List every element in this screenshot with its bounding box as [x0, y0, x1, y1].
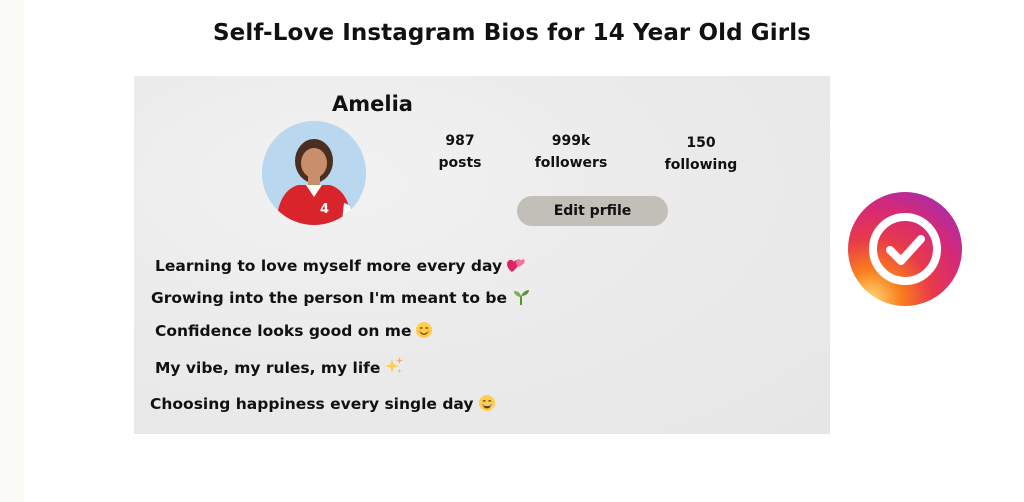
- left-edge-strip: [0, 0, 24, 502]
- posts-count: 987: [445, 133, 475, 149]
- instagram-check-badge-icon: [847, 191, 963, 307]
- bio-line: Confidence looks good on me: [155, 321, 433, 343]
- following-label: following: [664, 157, 738, 173]
- sparkles-icon: [384, 356, 404, 380]
- avatar-photo: 4: [262, 121, 366, 225]
- followers-count: 999k: [551, 133, 591, 149]
- bio-text: Growing into the person I'm meant to be: [151, 289, 507, 307]
- posts-label: posts: [438, 155, 482, 171]
- edit-profile-button[interactable]: Edit prfile: [517, 196, 668, 226]
- bio-text: My vibe, my rules, my life: [155, 359, 381, 377]
- following-count: 150: [686, 135, 716, 151]
- bio-line: Growing into the person I'm meant to be: [151, 288, 531, 310]
- page-title: Self-Love Instagram Bios for 14 Year Old…: [213, 20, 811, 46]
- posts-stat[interactable]: 987 posts: [426, 130, 494, 174]
- profile-username: Amelia: [332, 92, 413, 116]
- bio-text: Choosing happiness every single day: [150, 395, 474, 413]
- bio-line: Learning to love myself more every day: [155, 256, 526, 278]
- avatar[interactable]: 4: [262, 121, 366, 225]
- bio-line: Choosing happiness every single day: [150, 394, 496, 416]
- followers-label: followers: [534, 155, 608, 171]
- grinning-face-icon: [478, 394, 496, 416]
- svg-text:4: 4: [320, 202, 329, 217]
- following-stat[interactable]: 150 following: [656, 132, 746, 176]
- profile-card: Amelia 4 987 posts 999k followers 150 fo…: [134, 76, 830, 434]
- bio-text: Learning to love myself more every day: [155, 257, 503, 275]
- followers-stat[interactable]: 999k followers: [526, 130, 616, 174]
- seedling-icon: [511, 288, 531, 310]
- bio-line: My vibe, my rules, my life: [155, 356, 404, 380]
- bio-text: Confidence looks good on me: [155, 322, 412, 340]
- two-hearts-icon: [506, 256, 526, 278]
- smiling-face-icon: [415, 321, 433, 343]
